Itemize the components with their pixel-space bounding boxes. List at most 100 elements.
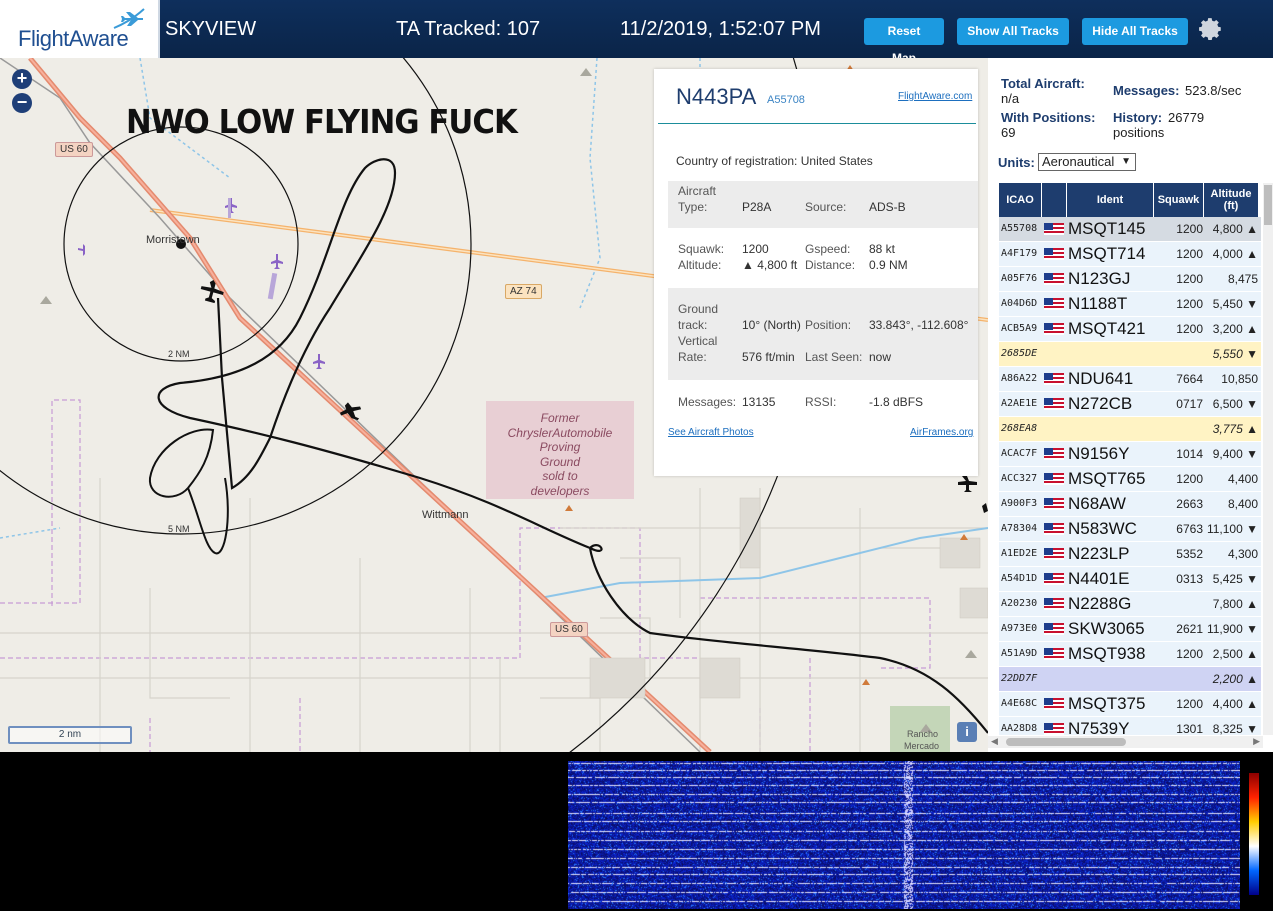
col-altitude[interactable]: Altitude (ft) — [1204, 183, 1259, 217]
scroll-right-icon[interactable]: ▶ — [1253, 736, 1260, 747]
horizontal-scroll-thumb[interactable] — [1006, 738, 1126, 746]
us-flag-icon — [1044, 648, 1064, 660]
row-icao: AA28D8 — [1001, 723, 1038, 734]
scroll-left-icon[interactable]: ◀ — [991, 736, 998, 747]
table-row[interactable]: A78304 N583WC 6763 11,100 ▼ — [999, 517, 1261, 542]
aircraft-table[interactable]: ICAO Ident Squawk Altitude (ft) A55708 MS… — [999, 183, 1261, 735]
table-row[interactable]: A4E68C MSQT375 1200 4,400 ▲ — [999, 692, 1261, 717]
gspeed-value: 88 kt — [869, 242, 896, 256]
table-row[interactable]: 22DD7F 2,200 ▲ — [999, 667, 1261, 692]
table-row[interactable]: 2685DE 5,550 ▼ — [999, 342, 1261, 367]
header-bar: FlightAware SKYVIEW TA Tracked: 107 11/2… — [0, 0, 1273, 65]
airframes-link[interactable]: AirFrames.org — [910, 427, 973, 438]
table-row[interactable]: A20230 N2288G 7,800 ▲ — [999, 592, 1261, 617]
table-row[interactable]: ACAC7F N9156Y 1014 9,400 ▼ — [999, 442, 1261, 467]
us-flag-icon — [1044, 298, 1064, 310]
aircraft-type-group: Aircraft Type: P28A Source: ADS-B — [668, 181, 978, 228]
total-aircraft-value: n/a — [1001, 91, 1020, 106]
table-row[interactable]: A900F3 N68AW 2663 8,400 — [999, 492, 1261, 517]
hide-all-tracks-button[interactable]: Hide All Tracks — [1082, 18, 1188, 45]
zoom-in-button[interactable]: + — [12, 69, 32, 89]
col-ident[interactable]: Ident — [1067, 183, 1154, 217]
table-row[interactable]: A86A22 NDU641 7664 10,850 — [999, 367, 1261, 392]
row-squawk: 6763 — [1176, 522, 1203, 536]
aircraft-photos-link[interactable]: See Aircraft Photos — [668, 427, 754, 438]
row-squawk: 0313 — [1176, 572, 1203, 586]
aircraft-type-value: P28A — [742, 200, 772, 214]
vertical-rate-value: 576 ft/min — [742, 350, 795, 364]
label-rancho: Rancho — [907, 729, 939, 739]
ground-track-label: Ground — [678, 302, 719, 316]
us-flag-icon — [1044, 223, 1064, 235]
table-row[interactable]: ACB5A9 MSQT421 1200 3,200 ▲ — [999, 317, 1261, 342]
shield-az74: AZ 74 — [505, 284, 542, 299]
vertical-scrollbar[interactable] — [1263, 183, 1273, 735]
table-row[interactable]: 268EA8 3,775 ▲ — [999, 417, 1261, 442]
row-icao: A4F179 — [1001, 248, 1038, 259]
row-icao: A20230 — [1001, 598, 1038, 609]
col-icao[interactable]: ICAO — [999, 183, 1042, 217]
history-unit: positions — [1113, 125, 1165, 140]
table-row[interactable]: ACC327 MSQT765 1200 4,400 — [999, 467, 1261, 492]
us-flag-icon — [1044, 323, 1064, 335]
row-icao: A78304 — [1001, 523, 1038, 534]
position-label: Position: — [805, 318, 852, 332]
info-icon[interactable]: i — [957, 722, 977, 742]
table-row[interactable]: A05F76 N123GJ 1200 8,475 — [999, 267, 1261, 292]
country-label: Country of registration: — [676, 154, 798, 168]
row-ident: N7539Y — [1068, 719, 1130, 735]
zoom-out-button[interactable]: − — [12, 93, 32, 113]
row-icao: A973E0 — [1001, 623, 1038, 634]
us-flag-icon — [1044, 698, 1064, 710]
ground-track-value: 10° (North) — [742, 318, 801, 332]
row-ident: N68AW — [1068, 494, 1126, 513]
row-altitude: 11,100 ▼ — [1206, 522, 1258, 536]
row-icao: 22DD7F — [1001, 673, 1038, 684]
row-icao: A54D1D — [1001, 573, 1038, 584]
row-squawk: 1200 — [1176, 697, 1203, 711]
table-row[interactable]: A4F179 MSQT714 1200 4,000 ▲ — [999, 242, 1261, 267]
country-value: United States — [800, 154, 873, 168]
col-squawk[interactable]: Squawk — [1154, 183, 1204, 217]
table-row[interactable]: A51A9D MSQT938 1200 2,500 ▲ — [999, 642, 1261, 667]
vertical-scroll-thumb[interactable] — [1264, 185, 1272, 225]
reset-map-button[interactable]: Reset Map — [864, 18, 944, 65]
row-squawk — [1167, 342, 1203, 366]
table-header: ICAO Ident Squawk Altitude (ft) — [999, 183, 1261, 217]
distance-value: 0.9 NM — [869, 258, 908, 272]
table-row[interactable]: A54D1D N4401E 0313 5,425 ▼ — [999, 567, 1261, 592]
row-icao: A55708 — [1001, 223, 1038, 234]
squawk-group: Squawk: 1200 Gspeed: 88 kt Altitude: ▲ 4… — [668, 239, 978, 275]
selected-aircraft-popup: N443PA A55708 FlightAware.com Country of… — [654, 69, 978, 476]
table-row[interactable]: A2AE1E N272CB 0717 6,500 ▼ — [999, 392, 1261, 417]
row-squawk: 7664 — [1176, 372, 1203, 386]
table-row[interactable]: A04D6D N1188T 1200 5,450 ▼ — [999, 292, 1261, 317]
total-aircraft-label: Total Aircraft: — [1001, 76, 1085, 91]
col-flag[interactable] — [1042, 183, 1067, 217]
units-select[interactable]: Aeronautical ▼ — [1038, 153, 1136, 171]
table-row[interactable]: AA28D8 N7539Y 1301 8,325 ▼ — [999, 717, 1261, 735]
table-row[interactable]: A55708 MSQT145 1200 4,800 ▲ — [999, 217, 1261, 242]
row-ident: N2288G — [1068, 594, 1132, 613]
aircraft-panel: Total Aircraft: n/a Messages: 523.8/sec … — [988, 58, 1273, 752]
row-squawk: 1301 — [1176, 722, 1203, 735]
row-ident: MSQT145 — [1068, 219, 1146, 238]
flightaware-link[interactable]: FlightAware.com — [898, 91, 972, 102]
popup-icao: A55708 — [767, 94, 805, 106]
messages-rate-value: 523.8/sec — [1185, 83, 1242, 98]
horizontal-scrollbar[interactable]: ◀ ▶ — [988, 736, 1263, 748]
table-row[interactable]: A973E0 SKW3065 2621 11,900 ▼ — [999, 617, 1261, 642]
row-ident: N9156Y — [1068, 444, 1130, 463]
show-all-tracks-button[interactable]: Show All Tracks — [957, 18, 1069, 45]
us-flag-icon — [1044, 273, 1064, 285]
table-row[interactable]: A1ED2E N223LP 5352 4,300 — [999, 542, 1261, 567]
proving-line: Proving — [539, 440, 581, 454]
gear-icon[interactable] — [1198, 16, 1224, 42]
messages-label: Messages: — [678, 395, 737, 409]
label-mercado: Mercado — [904, 741, 940, 751]
row-icao: A51A9D — [1001, 648, 1038, 659]
row-ident: MSQT938 — [1068, 644, 1146, 663]
popup-divider — [658, 123, 976, 124]
scale-bar: 2 nm — [8, 726, 132, 744]
flightaware-logo[interactable]: FlightAware — [0, 0, 160, 58]
